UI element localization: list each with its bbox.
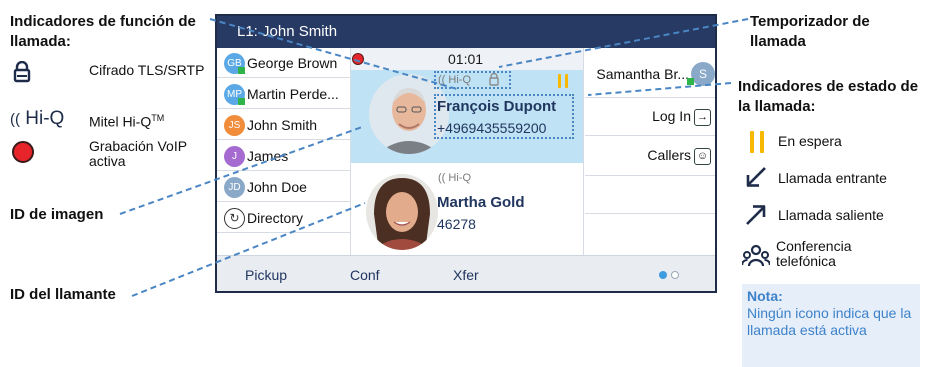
image-id-leader-line	[119, 126, 363, 215]
caller-id-leader-line	[131, 202, 366, 297]
callout-leader-lines	[119, 18, 749, 297]
feature-leader-line	[209, 18, 458, 90]
timer-leader-line	[498, 18, 749, 68]
state-leader-line	[587, 82, 732, 96]
